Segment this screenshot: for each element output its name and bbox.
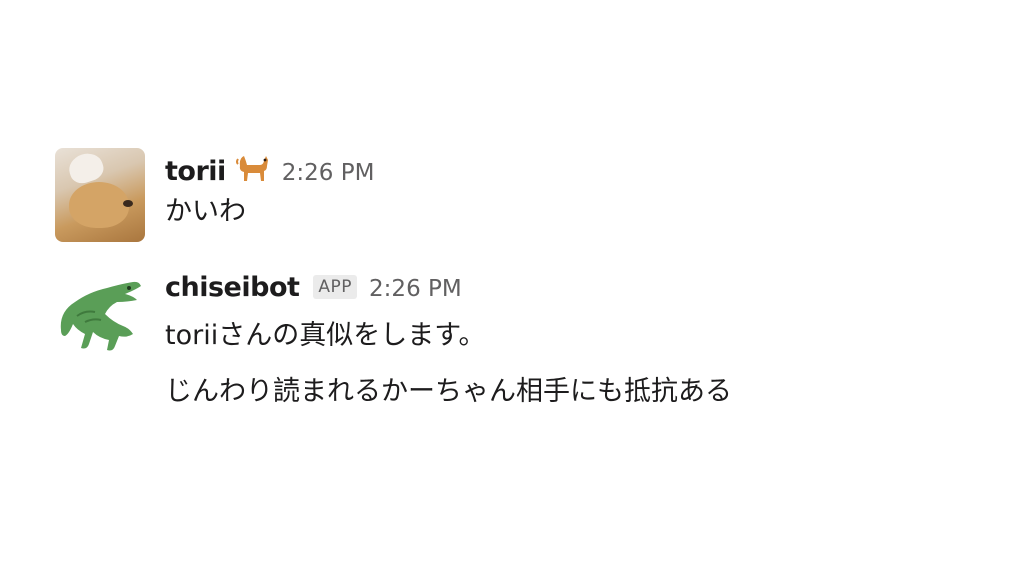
message-header: torii 2:26 PM [165, 148, 374, 190]
message-content: torii 2:26 PM かいわ [165, 148, 374, 234]
message-content: chiseibot APP 2:26 PM toriiさんの真似をします。 じん… [165, 272, 732, 414]
username[interactable]: chiseibot [165, 272, 300, 303]
username[interactable]: torii [165, 156, 226, 187]
avatar[interactable] [55, 148, 145, 242]
message-text: かいわ [165, 196, 246, 227]
message-feed: torii 2:26 PM かいわ chiseibot APP 2:26 PM … [0, 0, 1024, 577]
dog-icon [235, 152, 270, 188]
message-item: torii 2:26 PM かいわ [55, 148, 374, 242]
message-text: じんわり読まれるかーちゃん相手にも抵抗ある [165, 376, 732, 407]
timestamp[interactable]: 2:26 PM [369, 276, 462, 302]
avatar-photo-detail [69, 182, 129, 228]
avatar-photo-detail [123, 200, 133, 207]
message-item: chiseibot APP 2:26 PM toriiさんの真似をします。 じん… [55, 272, 732, 414]
avatar-photo-detail [65, 149, 107, 187]
message-header: chiseibot APP 2:26 PM [165, 272, 732, 314]
message-text: toriiさんの真似をします。 [165, 320, 486, 351]
app-badge: APP [313, 275, 358, 299]
crocodile-icon [60, 281, 141, 351]
timestamp[interactable]: 2:26 PM [282, 160, 375, 186]
avatar[interactable] [55, 272, 145, 366]
